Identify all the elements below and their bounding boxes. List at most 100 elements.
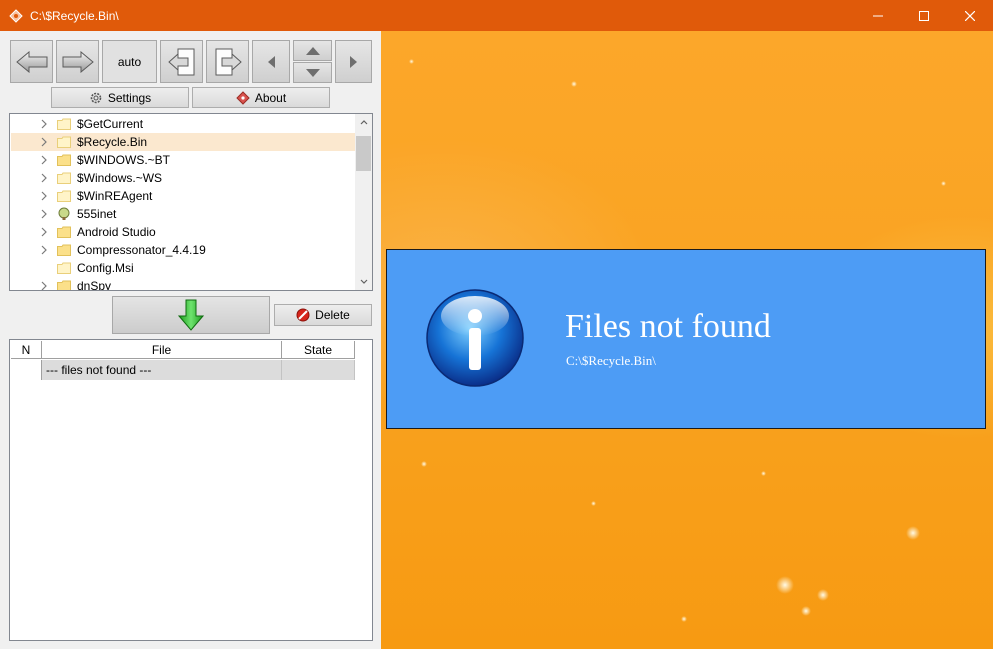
move-left-button[interactable]	[160, 40, 203, 83]
tree-item-label: dnSpy	[77, 279, 112, 291]
info-icon	[426, 289, 524, 387]
maximize-button[interactable]	[901, 0, 947, 31]
scroll-down-button[interactable]	[355, 273, 372, 290]
settings-button[interactable]: Settings	[51, 87, 189, 108]
tree-scrollbar[interactable]	[355, 114, 372, 290]
sparkle	[421, 461, 427, 467]
close-icon	[965, 10, 975, 21]
tree-item-label: 555inet	[77, 207, 117, 221]
chevron-up-icon	[360, 120, 367, 125]
down-button[interactable]	[293, 62, 332, 83]
folder-icon	[57, 226, 71, 238]
folder-icon	[57, 244, 71, 256]
chevron-right-icon[interactable]	[39, 209, 49, 219]
about-label: About	[254, 90, 287, 105]
column-header-n[interactable]: N	[11, 341, 42, 359]
tree-item[interactable]: $WINDOWS.~BT	[11, 151, 355, 169]
sparkle	[591, 501, 596, 506]
chevron-right-icon[interactable]	[39, 119, 49, 129]
chevron-down-icon	[360, 279, 367, 284]
chevron-right-icon[interactable]	[39, 227, 49, 237]
folder-icon	[57, 262, 71, 274]
minimize-button[interactable]	[855, 0, 901, 31]
scroll-up-button[interactable]	[355, 114, 372, 131]
chevron-right-icon[interactable]	[39, 281, 49, 290]
chevron-right-icon[interactable]	[39, 173, 49, 183]
arrow-down-green-icon	[178, 299, 204, 331]
folder-icon	[57, 154, 71, 166]
folder-icon	[57, 136, 71, 148]
previous-button[interactable]	[252, 40, 290, 83]
chevron-right-icon[interactable]	[39, 191, 49, 201]
doc-arrow-left-icon	[167, 48, 194, 75]
cell-n	[11, 360, 42, 380]
triangle-right-icon	[349, 55, 357, 68]
folder-icon	[57, 118, 71, 130]
folder-tree[interactable]: $GetCurrent $Recycle.Bin $WINDOWS.~BT $W…	[9, 113, 373, 291]
maximize-icon	[919, 10, 929, 21]
preview-pane: Files not found C:\$Recycle.Bin\	[381, 31, 993, 649]
tree-item-label: $Windows.~WS	[77, 171, 163, 185]
move-right-button[interactable]	[206, 40, 249, 83]
sparkle	[817, 589, 829, 601]
chevron-right-icon[interactable]	[39, 137, 49, 147]
sparkle	[941, 181, 946, 186]
file-grid[interactable]: N File State --- files not found ---	[9, 339, 373, 641]
tree-item-label: Android Studio	[77, 225, 156, 239]
info-title: Files not found	[565, 308, 771, 345]
up-button[interactable]	[293, 40, 332, 61]
title-bar: C:\$Recycle.Bin\	[0, 0, 993, 31]
tree-item-label: $Recycle.Bin	[77, 135, 148, 149]
sparkle	[681, 616, 687, 622]
chevron-right-icon[interactable]	[39, 155, 49, 165]
info-path: C:\$Recycle.Bin\	[566, 353, 656, 368]
delete-button[interactable]: Delete	[274, 304, 372, 326]
delete-label: Delete	[315, 308, 350, 322]
no-entry-icon	[296, 308, 310, 322]
tree-item[interactable]: $GetCurrent	[11, 115, 355, 133]
window-controls	[855, 0, 993, 31]
go-down-button[interactable]	[112, 296, 270, 334]
about-button[interactable]: About	[192, 87, 330, 108]
tree-item-label: Config.Msi	[77, 261, 134, 275]
scroll-thumb[interactable]	[356, 136, 371, 171]
tree-item[interactable]: Compressonator_4.4.19	[11, 241, 355, 259]
app-icon	[8, 8, 24, 24]
sparkle	[761, 471, 766, 476]
column-header-file[interactable]: File	[42, 341, 282, 359]
tree-item-label: Compressonator_4.4.19	[77, 243, 206, 257]
tree-item[interactable]: 555inet	[11, 205, 355, 223]
tree-item-selected[interactable]: $Recycle.Bin	[11, 133, 355, 151]
auto-button[interactable]: auto	[102, 40, 157, 83]
settings-label: Settings	[107, 90, 152, 105]
tree-item[interactable]: Android Studio	[11, 223, 355, 241]
arrow-left-icon	[15, 50, 47, 73]
tree-item[interactable]: $WinREAgent	[11, 187, 355, 205]
forward-button[interactable]	[56, 40, 99, 83]
left-pane: auto Settings About $GetCurrent $Recycle…	[0, 31, 381, 649]
grid-header: N File State	[11, 341, 355, 359]
next-button[interactable]	[335, 40, 372, 83]
chevron-right-icon[interactable]	[39, 245, 49, 255]
back-button[interactable]	[10, 40, 53, 83]
cell-state	[282, 360, 355, 380]
window-title: C:\$Recycle.Bin\	[30, 8, 119, 23]
close-button[interactable]	[947, 0, 993, 31]
folder-icon	[57, 172, 71, 184]
tree-item-label: $GetCurrent	[77, 117, 144, 131]
sparkle	[801, 606, 811, 616]
tree-item[interactable]: dnSpy	[11, 277, 355, 291]
sparkle	[571, 81, 577, 87]
info-message-box: Files not found C:\$Recycle.Bin\	[386, 249, 986, 429]
folder-icon	[57, 190, 71, 202]
cell-file: --- files not found ---	[42, 360, 282, 380]
folder-icon	[57, 280, 71, 290]
globe-icon	[57, 207, 71, 220]
sparkle	[906, 526, 920, 540]
sparkle	[409, 59, 414, 64]
triangle-down-icon	[305, 68, 320, 77]
column-header-state[interactable]: State	[282, 341, 355, 359]
tree-item[interactable]: Config.Msi	[11, 259, 355, 277]
table-row[interactable]: --- files not found ---	[11, 360, 355, 380]
tree-item[interactable]: $Windows.~WS	[11, 169, 355, 187]
